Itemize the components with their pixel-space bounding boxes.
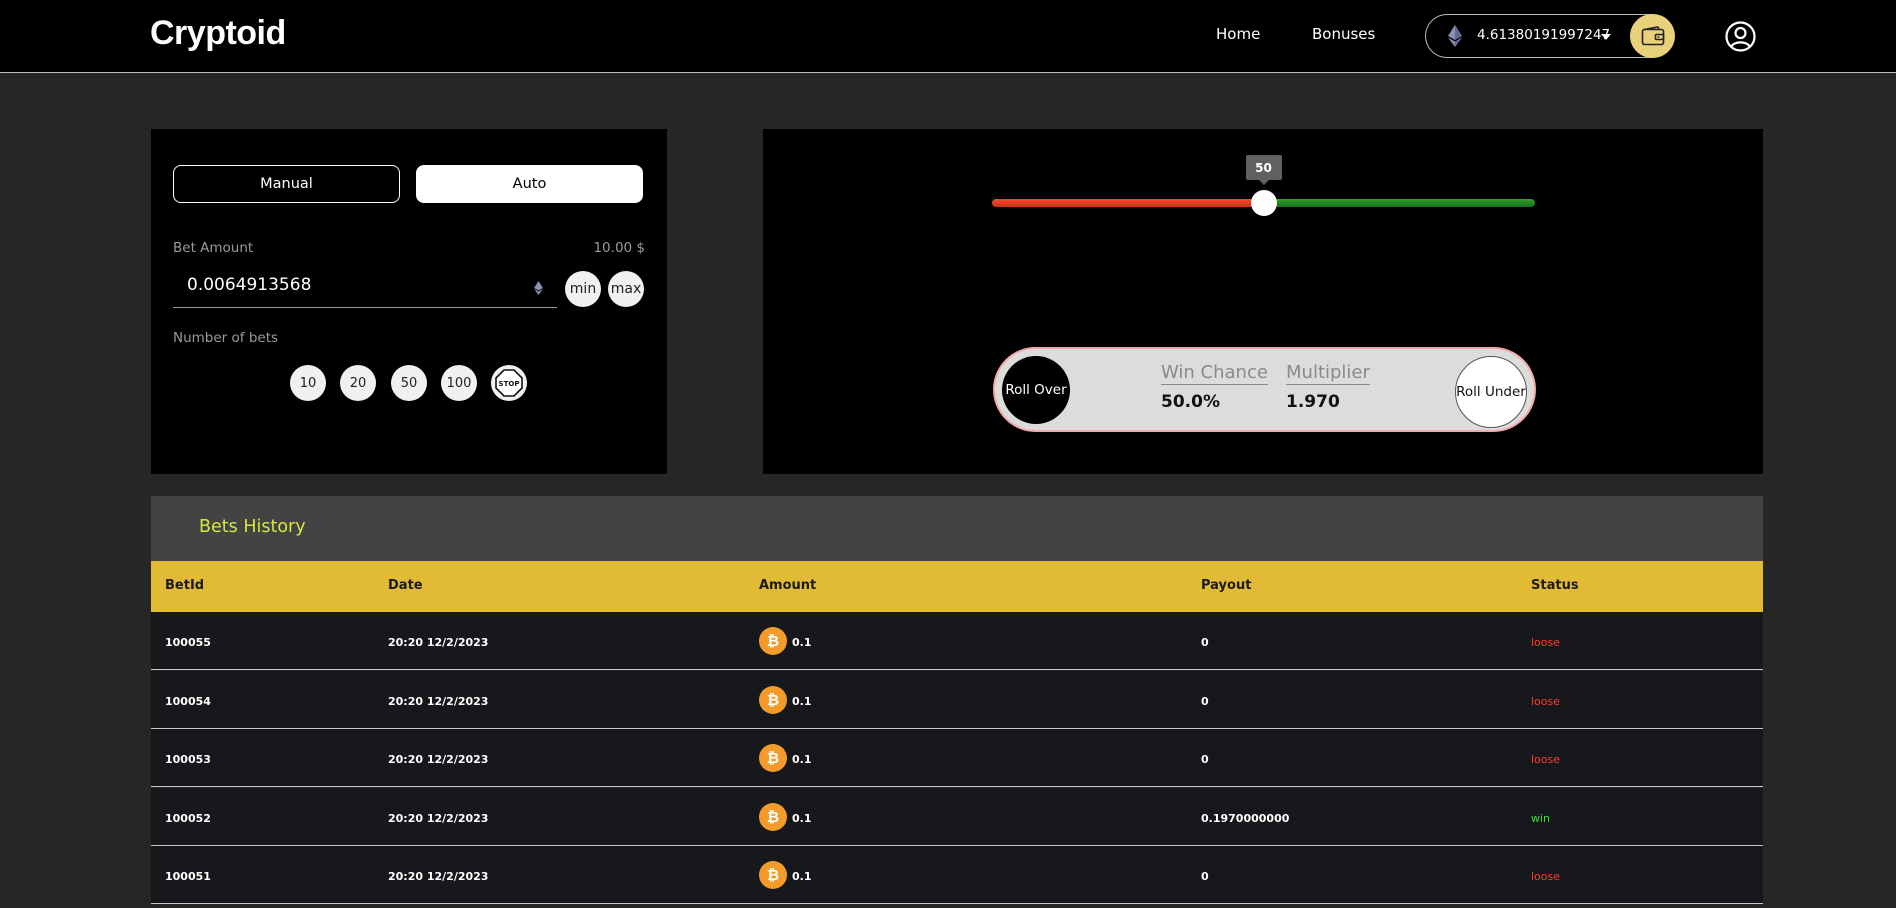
top-navigation-bar: Cryptoid Home Bonuses 4.61380191997247	[0, 0, 1896, 73]
multiplier-label: Multiplier	[1286, 362, 1370, 385]
dice-game-panel: 50 Roll Over Win Chance 50.0% Multiplier…	[763, 129, 1763, 474]
stop-sign-icon: STOP	[495, 369, 523, 397]
cell-betid: 100051	[165, 870, 211, 884]
cell-date: 20:20 12/2/2023	[388, 870, 489, 884]
cell-amount: 0.1	[792, 870, 812, 884]
bitcoin-icon: ₿	[759, 861, 787, 890]
cell-date: 20:20 12/2/2023	[388, 811, 489, 825]
tab-auto[interactable]: Auto	[416, 165, 643, 203]
slider-value-tooltip: 50	[1245, 155, 1282, 185]
min-bet-button[interactable]: min	[565, 271, 601, 307]
cell-amount: 0.1	[792, 811, 812, 825]
column-header-date: Date	[388, 578, 423, 593]
cell-payout: 0	[1201, 636, 1209, 649]
number-of-bets-label: Number of bets	[173, 330, 279, 346]
chevron-down-icon[interactable]	[1601, 34, 1611, 40]
ethereum-icon	[1448, 25, 1462, 47]
ethereum-icon	[534, 281, 543, 295]
wallet-button[interactable]	[1630, 14, 1675, 58]
cell-status: loose	[1531, 694, 1561, 708]
cell-status: loose	[1531, 870, 1561, 884]
cell-date: 20:20 12/2/2023	[388, 753, 489, 767]
slider-lose-range	[992, 199, 1264, 207]
cell-betid: 100052	[165, 811, 211, 825]
cell-amount: 0.1	[792, 636, 812, 649]
cell-betid: 100054	[165, 694, 211, 708]
bitcoin-icon: ₿	[759, 802, 787, 831]
win-chance-value: 50.0%	[1161, 392, 1220, 412]
bets-count-100-button[interactable]: 100	[441, 365, 477, 401]
table-row: 100054 20:20 12/2/2023 ₿ 0.1 0 loose	[151, 670, 1763, 729]
wallet-balance: 4.61380191997247	[1477, 27, 1611, 43]
bets-history-header: Bets History	[151, 496, 1763, 561]
bitcoin-icon: ₿	[759, 685, 787, 714]
max-bet-button[interactable]: max	[608, 271, 644, 307]
logo[interactable]: Cryptoid	[150, 14, 286, 53]
column-header-payout: Payout	[1201, 578, 1252, 593]
wallet-icon	[1641, 26, 1664, 46]
roll-over-button[interactable]: Roll Over	[1002, 356, 1070, 424]
table-row: 100055 20:20 12/2/2023 ₿ 0.1 0 loose	[151, 612, 1763, 670]
slider-win-range	[1263, 199, 1535, 207]
cell-amount: 0.1	[792, 753, 812, 767]
bet-amount-input[interactable]	[187, 275, 517, 295]
bets-count-50-button[interactable]: 50	[391, 365, 427, 401]
multiplier-value: 1.970	[1286, 392, 1340, 412]
table-row: 100052 20:20 12/2/2023 ₿ 0.1 0.1970000000 win	[151, 787, 1763, 846]
cell-status: win	[1531, 811, 1551, 825]
table-header: BetId Date Amount Payout Status	[151, 561, 1763, 612]
wallet-balance-selector[interactable]: 4.61380191997247	[1425, 14, 1675, 58]
stop-label: STOP	[499, 380, 520, 388]
tab-manual[interactable]: Manual	[173, 165, 400, 203]
cell-date: 20:20 12/2/2023	[388, 636, 489, 649]
bet-settings-panel: Manual Auto Bet Amount 10.00 $ min max N…	[151, 129, 667, 474]
slider-handle[interactable]	[1250, 190, 1277, 216]
cell-status: loose	[1531, 753, 1561, 767]
cell-payout: 0	[1201, 694, 1209, 708]
bet-amount-field[interactable]	[173, 271, 557, 308]
cell-status: loose	[1531, 636, 1561, 649]
column-header-amount: Amount	[759, 578, 817, 593]
roll-options-bar: Roll Over Win Chance 50.0% Multiplier 1.…	[993, 347, 1536, 432]
cell-betid: 100053	[165, 753, 211, 767]
cell-betid: 100055	[165, 636, 211, 649]
win-chance-label: Win Chance	[1161, 362, 1268, 385]
bet-amount-usd: 10.00 $	[593, 240, 645, 256]
nav-bonuses-link[interactable]: Bonuses	[1312, 25, 1375, 43]
bets-history-title: Bets History	[199, 517, 306, 537]
cell-amount: 0.1	[792, 694, 812, 708]
bets-count-10-button[interactable]: 10	[290, 365, 326, 401]
bitcoin-icon: ₿	[759, 627, 787, 655]
table-row: 100053 20:20 12/2/2023 ₿ 0.1 0 loose	[151, 729, 1763, 788]
stop-button[interactable]: STOP	[491, 365, 527, 401]
table-row: 100051 20:20 12/2/2023 ₿ 0.1 0 loose	[151, 846, 1763, 905]
cell-payout: 0	[1201, 870, 1209, 884]
column-header-betid: BetId	[165, 578, 205, 593]
roll-under-button[interactable]: Roll Under	[1455, 356, 1527, 428]
column-header-status: Status	[1531, 578, 1579, 593]
bets-count-20-button[interactable]: 20	[340, 365, 376, 401]
bitcoin-icon: ₿	[759, 744, 787, 773]
cell-payout: 0.1970000000	[1201, 811, 1290, 825]
user-circle-icon[interactable]	[1725, 21, 1756, 52]
cell-payout: 0	[1201, 753, 1209, 767]
nav-home-link[interactable]: Home	[1216, 25, 1260, 43]
bet-amount-label: Bet Amount	[173, 240, 254, 256]
cell-date: 20:20 12/2/2023	[388, 694, 489, 708]
